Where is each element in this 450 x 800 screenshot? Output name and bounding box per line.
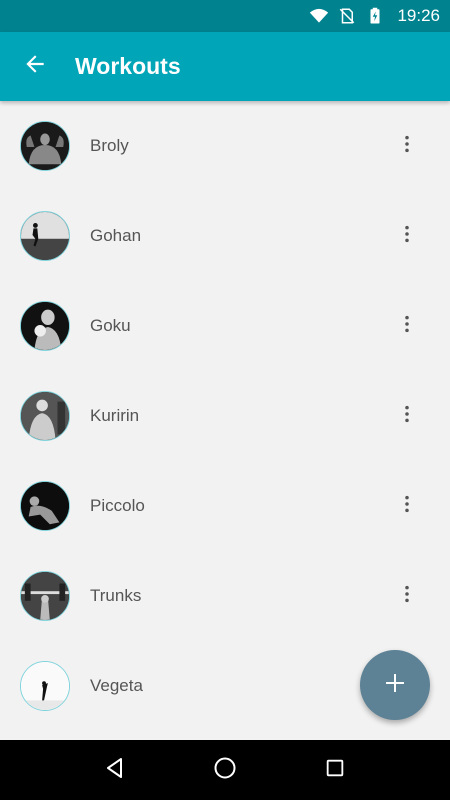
back-button[interactable]: [0, 32, 70, 101]
more-options-button[interactable]: [392, 576, 422, 616]
no-sim-icon: [337, 6, 357, 26]
more-vert-icon: [403, 404, 411, 429]
back-triangle-icon: [103, 756, 127, 785]
more-options-button[interactable]: [392, 306, 422, 346]
nav-back-button[interactable]: [95, 750, 135, 790]
workout-name: Goku: [90, 316, 131, 335]
page-title: Workouts: [75, 53, 181, 79]
list-item[interactable]: Kuririn: [0, 371, 450, 461]
add-workout-button[interactable]: [360, 650, 430, 720]
arrow-back-icon: [22, 51, 48, 82]
high-kick-silhouette-photo: [20, 661, 70, 711]
workout-list: Broly Gohan Goku Kuririn Piccolo Trunks …: [0, 101, 450, 740]
workout-name: Vegeta: [90, 676, 143, 695]
nav-recents-button[interactable]: [315, 750, 355, 790]
workout-name: Trunks: [90, 586, 142, 605]
barbell-lift-photo: [20, 571, 70, 621]
list-item[interactable]: Goku: [0, 281, 450, 371]
list-item[interactable]: Gohan: [0, 191, 450, 281]
battery-charging-icon: [365, 6, 385, 26]
muscular-man-photo: [20, 391, 70, 441]
more-vert-icon: [403, 584, 411, 609]
more-options-button[interactable]: [392, 396, 422, 436]
more-options-button[interactable]: [392, 486, 422, 526]
status-time: 19:26: [397, 6, 440, 25]
more-vert-icon: [403, 494, 411, 519]
more-options-button[interactable]: [392, 126, 422, 166]
list-item[interactable]: Trunks: [0, 551, 450, 641]
app-bar: Workouts: [0, 32, 450, 101]
more-vert-icon: [403, 224, 411, 249]
more-vert-icon: [403, 314, 411, 339]
status-bar: 19:26: [0, 0, 450, 32]
plus-icon: [383, 671, 407, 700]
workout-name: Gohan: [90, 226, 142, 245]
list-item[interactable]: Broly: [0, 101, 450, 191]
wifi-icon: [309, 6, 329, 26]
runner-silhouette-photo: [20, 211, 70, 261]
workout-name: Kuririn: [90, 406, 140, 425]
nav-home-button[interactable]: [205, 750, 245, 790]
crouching-athlete-photo: [20, 481, 70, 531]
workout-name: Broly: [90, 136, 129, 155]
system-nav-bar: [0, 740, 450, 800]
boxer-photo: [20, 301, 70, 351]
recents-square-icon: [324, 757, 346, 784]
more-options-button[interactable]: [392, 216, 422, 256]
list-item[interactable]: Piccolo: [0, 461, 450, 551]
more-vert-icon: [403, 134, 411, 159]
bodybuilder-back-photo: [20, 121, 70, 171]
home-circle-icon: [213, 756, 237, 785]
workout-name: Piccolo: [90, 496, 145, 515]
